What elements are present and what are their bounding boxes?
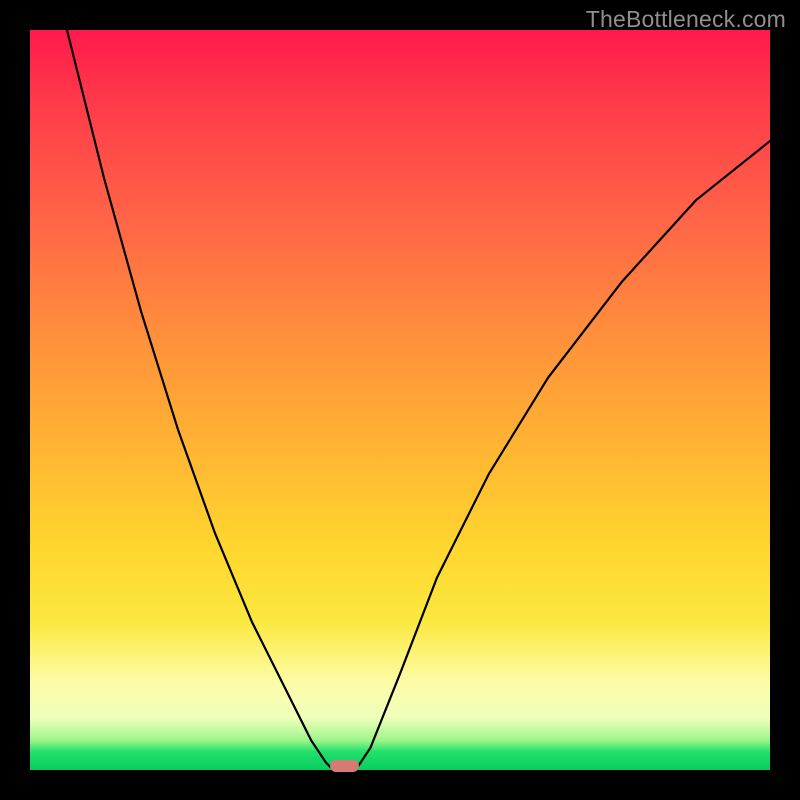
watermark-text: TheBottleneck.com — [586, 6, 786, 33]
plot-area — [30, 30, 770, 770]
minimum-marker — [330, 760, 360, 772]
chart-frame: TheBottleneck.com — [0, 0, 800, 800]
